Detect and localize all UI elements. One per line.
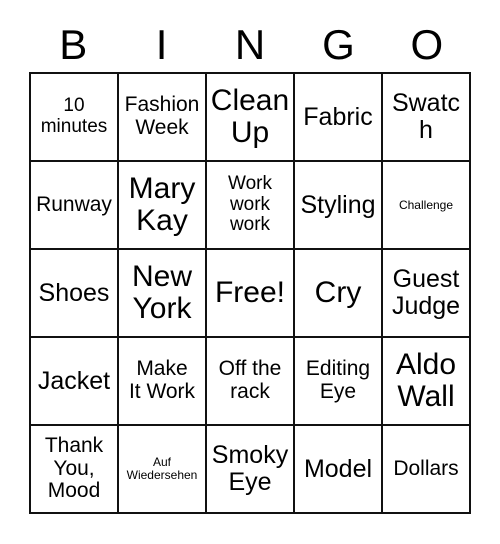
bingo-cell-label: Jacket: [37, 366, 111, 395]
bingo-cell-label: Thank You, Mood: [44, 433, 104, 503]
bingo-cell-r5c3[interactable]: Smoky Eye: [207, 426, 295, 514]
bingo-header-letter-b: B: [59, 21, 88, 68]
bingo-cell-label: Shoes: [38, 278, 110, 307]
bingo-cell-r4c5[interactable]: Aldo Wall: [383, 338, 471, 426]
bingo-cell-r5c5[interactable]: Dollars: [383, 426, 471, 514]
bingo-cell-label: Editing Eye: [305, 357, 371, 403]
bingo-cell-label: Off the rack: [218, 357, 282, 403]
bingo-cell-r1c4[interactable]: Fabric: [295, 74, 383, 162]
bingo-cell-r5c4[interactable]: Model: [295, 426, 383, 514]
bingo-grid: 10 minutes Fashion Week Clean Up Fabric Swat…: [29, 72, 471, 514]
bingo-cell-label: Model: [303, 454, 373, 483]
bingo-cell-r1c3[interactable]: Clean Up: [207, 74, 295, 162]
bingo-cell-r5c2[interactable]: Auf Wiedersehen: [119, 426, 207, 514]
bingo-cell-r4c3[interactable]: Off the rack: [207, 338, 295, 426]
bingo-cell-r4c2[interactable]: Make It Work: [119, 338, 207, 426]
bingo-cell-label: Work work work: [228, 173, 272, 236]
bingo-cell-r3c5[interactable]: Guest Judge: [383, 250, 471, 338]
bingo-cell-label: Make It Work: [128, 357, 196, 403]
bingo-cell-label: 10 minutes: [40, 95, 108, 137]
bingo-cell-label: Fashion Week: [124, 93, 200, 139]
bingo-cell-r3c1[interactable]: Shoes: [31, 250, 119, 338]
bingo-cell-label: Styling: [300, 190, 376, 219]
bingo-cell-label: Dollars: [393, 456, 459, 480]
bingo-cell-label: New York: [131, 259, 192, 325]
bingo-cell-r2c5[interactable]: Challenge: [383, 162, 471, 250]
bingo-cell-label: Smoky Eye: [211, 441, 289, 496]
bingo-cell-label: Auf Wiedersehen: [126, 455, 198, 482]
bingo-cell-r2c3[interactable]: Work work work: [207, 162, 295, 250]
bingo-cell-r2c2[interactable]: Mary Kay: [119, 162, 207, 250]
bingo-cell-r3c2[interactable]: New York: [119, 250, 207, 338]
bingo-card: B I N G O 10 minutes Fashion Week Clean Up Fabr…: [0, 0, 500, 544]
bingo-cell-r2c1[interactable]: Runway: [31, 162, 119, 250]
bingo-cell-r2c4[interactable]: Styling: [295, 162, 383, 250]
bingo-header-row: BINGO: [29, 18, 471, 72]
bingo-cell-r1c1[interactable]: 10 minutes: [31, 74, 119, 162]
bingo-cell-label: Free!: [214, 275, 286, 309]
bingo-cell-r4c4[interactable]: Editing Eye: [295, 338, 383, 426]
bingo-cell-label: Fabric: [303, 102, 373, 131]
bingo-cell-r4c1[interactable]: Jacket: [31, 338, 119, 426]
bingo-header-letter-i: I: [155, 21, 168, 68]
bingo-header-letter-n: N: [234, 21, 266, 68]
bingo-cell-label: Cry: [314, 275, 362, 309]
bingo-cell-r5c1[interactable]: Thank You, Mood: [31, 426, 119, 514]
bingo-cell-label: Challenge: [398, 197, 454, 212]
bingo-cell-label: Mary Kay: [128, 171, 196, 237]
bingo-cell-label: Aldo Wall: [395, 347, 457, 413]
bingo-cell-label: Swatch: [391, 89, 461, 144]
bingo-cell-r1c5[interactable]: Swatch: [383, 74, 471, 162]
bingo-cell-r3c4[interactable]: Cry: [295, 250, 383, 338]
bingo-cell-label: Runway: [36, 192, 112, 216]
bingo-header-letter-o: O: [410, 21, 444, 68]
bingo-cell-label: Clean Up: [210, 83, 290, 149]
bingo-header-letter-g: G: [322, 21, 355, 68]
bingo-cell-r1c2[interactable]: Fashion Week: [119, 74, 207, 162]
bingo-cell-label: Guest Judge: [391, 265, 461, 320]
bingo-cell-r3c3[interactable]: Free!: [207, 250, 295, 338]
